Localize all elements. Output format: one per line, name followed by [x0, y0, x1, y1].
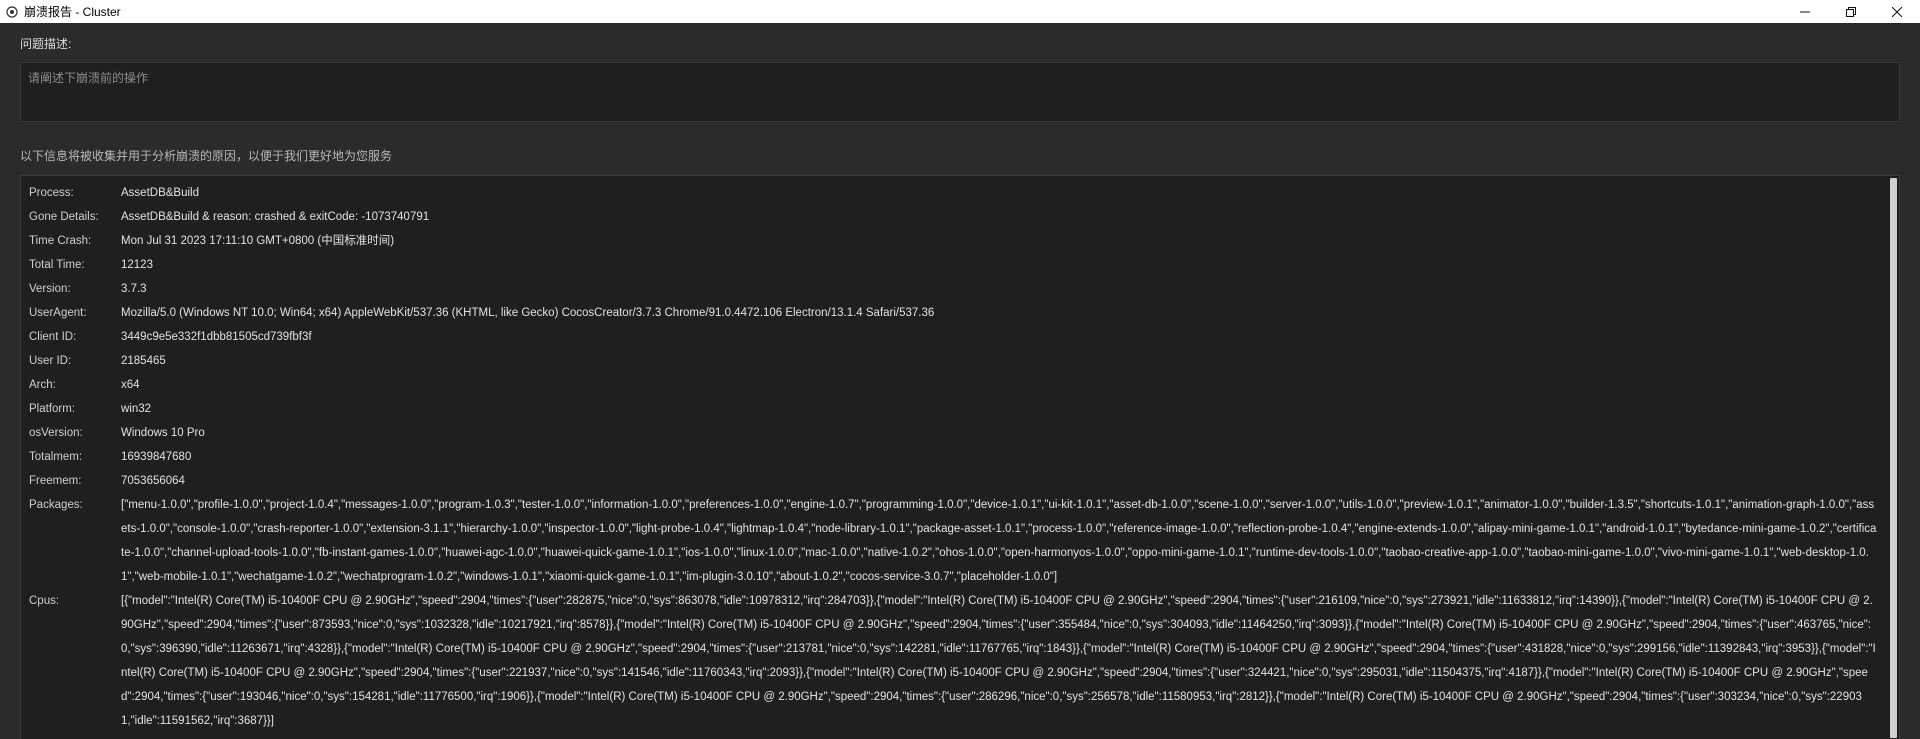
info-value: AssetDB&Build & reason: crashed & exitCo… — [121, 211, 430, 223]
maximize-button[interactable] — [1828, 0, 1874, 23]
info-key: osVersion: — [29, 427, 83, 439]
info-key: Totalmem: — [29, 451, 83, 463]
info-key: Arch: — [29, 379, 56, 391]
info-value: 7053656064 — [121, 475, 185, 487]
window-title: 崩溃报告 - Cluster — [24, 5, 121, 19]
info-value: 16939847680 — [121, 451, 192, 463]
info-key: Freemem: — [29, 475, 82, 487]
close-icon — [1892, 6, 1902, 17]
info-key: Process: — [29, 187, 74, 199]
scrollbar-thumb[interactable] — [1890, 178, 1897, 738]
info-row: Client ID: 3449c9e5e332f1dbb81505cd739fbf… — [21, 325, 1887, 349]
close-button[interactable] — [1874, 0, 1920, 23]
info-value: 12123 — [121, 259, 153, 271]
info-value: [{"model":"Intel(R) Core(TM) i5-10400F C… — [121, 595, 1876, 727]
app-icon — [5, 5, 18, 18]
info-key: Total Time: — [29, 259, 85, 271]
crash-info-list: Process: AssetDB&Build Gone Details: AssetD… — [21, 176, 1887, 733]
info-key: Gone Details: — [29, 211, 99, 223]
info-value: AssetDB&Build — [121, 187, 199, 199]
info-value: ["menu-1.0.0","profile-1.0.0","project-1… — [121, 499, 1877, 583]
info-row: Version: 3.7.3 — [21, 277, 1887, 301]
info-row: User ID: 2185465 — [21, 349, 1887, 373]
info-row: Process: AssetDB&Build — [21, 181, 1887, 205]
info-row: Cpus: [{"model":"Intel(R) Core(TM) i5-104… — [21, 589, 1887, 733]
info-key: UserAgent: — [29, 307, 87, 319]
info-key: Time Crash: — [29, 235, 92, 247]
info-key: Cpus: — [29, 595, 60, 607]
info-key: Platform: — [29, 403, 76, 415]
info-row: Gone Details: AssetDB&Build & reason: cra… — [21, 205, 1887, 229]
info-row: Platform: win32 — [21, 397, 1887, 421]
info-value: 3.7.3 — [121, 283, 147, 295]
description-label: 问题描述: — [20, 37, 72, 51]
info-value: 2185465 — [121, 355, 166, 367]
info-value: Mon Jul 31 2023 17:11:10 GMT+0800 (中国标准时… — [121, 235, 395, 247]
info-row: Arch: x64 — [21, 373, 1887, 397]
minimize-button[interactable] — [1782, 0, 1828, 23]
info-row: Total Time: 12123 — [21, 253, 1887, 277]
description-input[interactable] — [20, 62, 1900, 122]
info-value: x64 — [121, 379, 140, 391]
info-key: User ID: — [29, 355, 72, 367]
collection-notice: 以下信息将被收集并用于分析崩溃的原因，以便于我们更好地为您服务 — [20, 149, 393, 163]
minimize-icon — [1800, 11, 1810, 12]
info-row: Totalmem: 16939847680 — [21, 445, 1887, 469]
info-key: Client ID: — [29, 331, 77, 343]
info-value: win32 — [121, 403, 152, 415]
info-row: Freemem: 7053656064 — [21, 469, 1887, 493]
info-key: Version: — [29, 283, 71, 295]
info-value: Mozilla/5.0 (Windows NT 10.0; Win64; x64… — [121, 307, 935, 319]
info-row: osVersion: Windows 10 Pro — [21, 421, 1887, 445]
title-bar: 崩溃报告 - Cluster — [0, 0, 1920, 23]
crash-info-panel[interactable]: Process: AssetDB&Build Gone Details: AssetD… — [20, 175, 1900, 739]
info-value: Windows 10 Pro — [121, 427, 205, 439]
info-row: Packages: ["menu-1.0.0","profile-1.0.0","… — [21, 493, 1887, 589]
info-value: 3449c9e5e332f1dbb81505cd739fbf3f — [121, 331, 312, 343]
info-key: Packages: — [29, 499, 83, 511]
info-row: Time Crash: Mon Jul 31 2023 17:11:10 GMT+… — [21, 229, 1887, 253]
info-row: UserAgent: Mozilla/5.0 (Windows NT 10.0; … — [21, 301, 1887, 325]
restore-icon — [1846, 6, 1856, 17]
window-controls — [1782, 0, 1920, 23]
